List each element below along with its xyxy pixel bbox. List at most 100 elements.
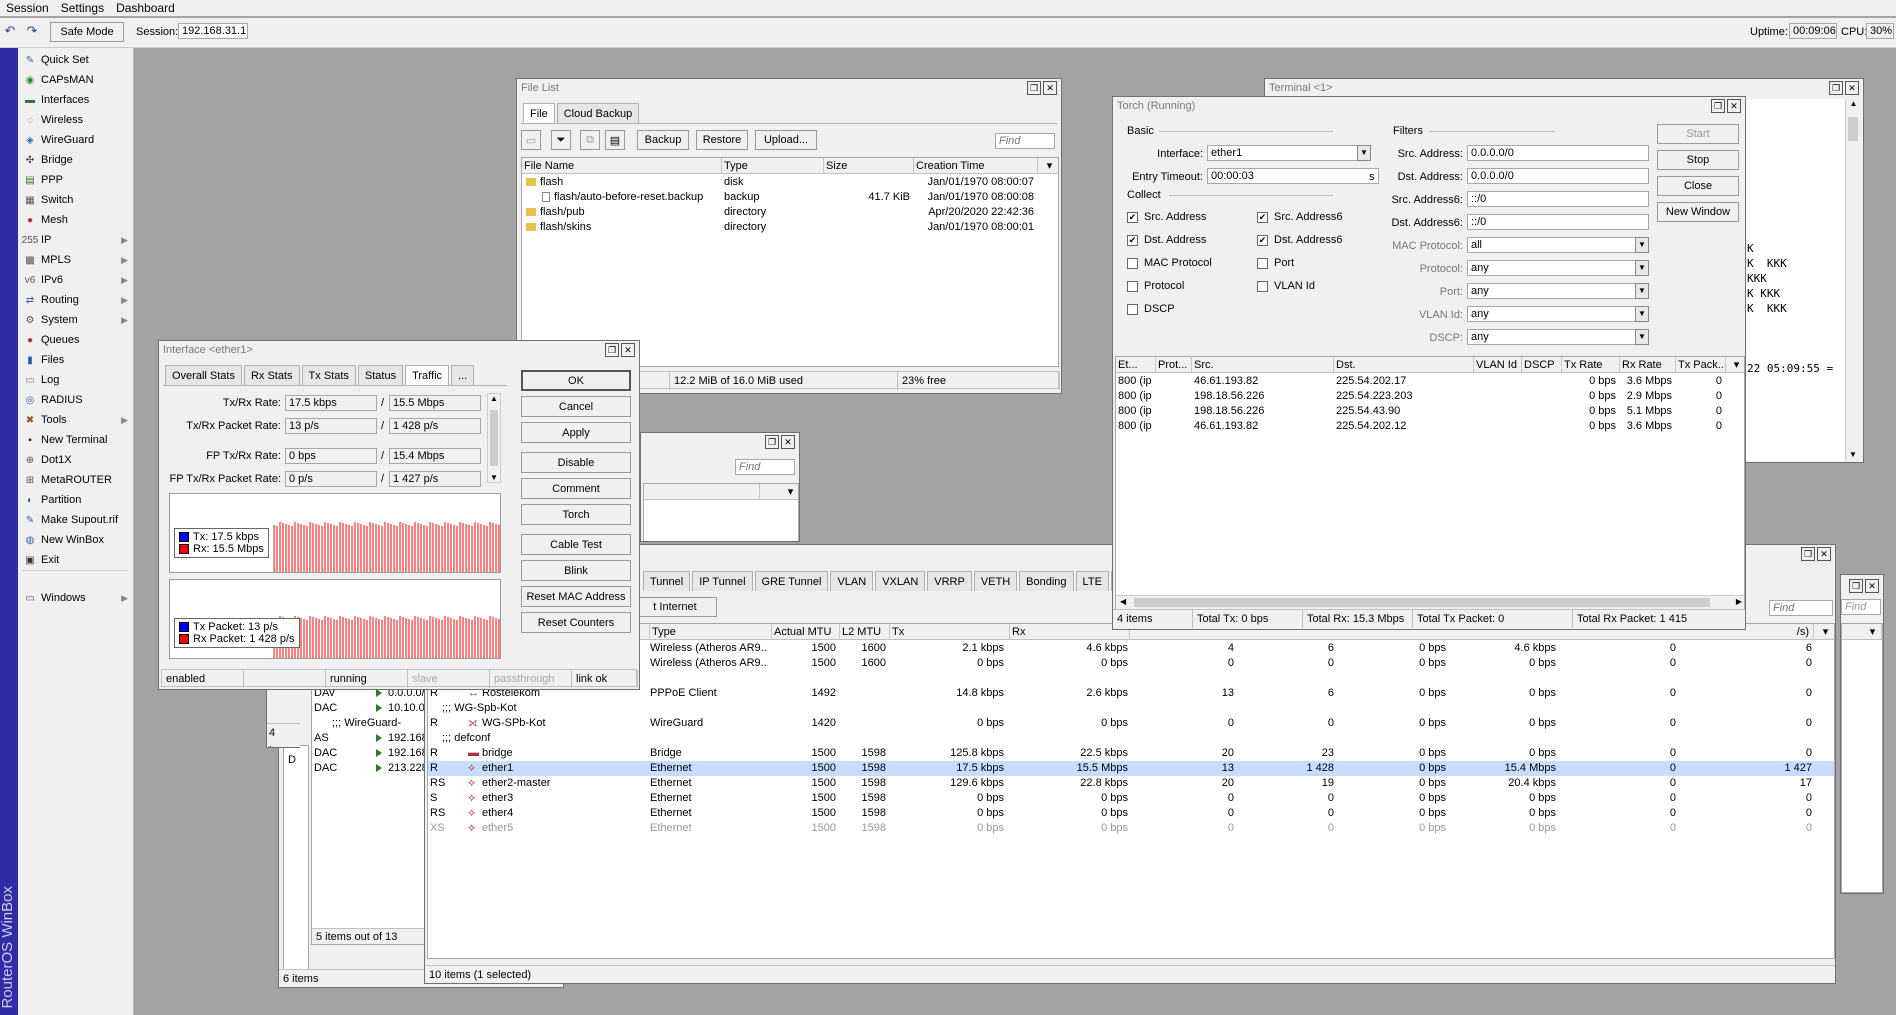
scroll-down-icon[interactable]: ▼: [488, 473, 500, 482]
col-type[interactable]: Type: [722, 158, 824, 174]
col-torch-6[interactable]: Tx Rate: [1562, 357, 1620, 373]
col-file-name[interactable]: File Name: [522, 158, 722, 174]
sidebar-item-system[interactable]: ⚙ System ▶: [18, 310, 134, 330]
checkbox-checked-icon[interactable]: ✔: [1257, 211, 1268, 223]
col-torch-7[interactable]: Rx Rate: [1620, 357, 1676, 373]
col-type[interactable]: Type: [650, 624, 772, 640]
interface-row[interactable]: Rbridge Bridge 1500 1598 125.8 kbps 22.5 kbps…: [428, 746, 1834, 761]
close-icon[interactable]: ✕: [621, 343, 635, 357]
paste-icon[interactable]: ▤: [605, 130, 625, 150]
sidebar-item-radius[interactable]: ◎ RADIUS: [18, 390, 134, 410]
torch-row[interactable]: 800 (ip) 46.61.193.82 225.54.202.12 0 bps 3.…: [1116, 419, 1744, 434]
columns-menu-icon[interactable]: ▾: [1814, 624, 1834, 640]
columns-menu-icon[interactable]: ▾: [1862, 624, 1882, 640]
checkbox-protocol[interactable]: Protocol: [1127, 280, 1184, 292]
tab-rx-stats[interactable]: Rx Stats: [243, 365, 300, 385]
reset-counters-button[interactable]: Reset Counters: [521, 612, 631, 633]
sidebar-item-files[interactable]: ▮ Files: [18, 350, 134, 370]
scroll-up-icon[interactable]: ▲: [488, 394, 500, 403]
sidebar-item-wireless[interactable]: ◌ Wireless: [18, 110, 134, 130]
blink-button[interactable]: Blink: [521, 560, 631, 581]
upload-button[interactable]: Upload...: [755, 130, 817, 150]
internet-button[interactable]: t Internet: [633, 597, 717, 617]
sidebar-item-switch[interactable]: ▦ Switch: [18, 190, 134, 210]
restore-button[interactable]: Restore: [696, 130, 748, 150]
tab-vxlan[interactable]: VXLAN: [875, 571, 926, 591]
close-icon[interactable]: ✕: [781, 435, 795, 449]
checkbox-unchecked-icon[interactable]: [1127, 303, 1138, 315]
window-title[interactable]: Torch (Running): [1113, 97, 1745, 115]
new-window-button[interactable]: New Window: [1657, 202, 1739, 222]
checkbox-vlan-id[interactable]: VLAN Id: [1257, 280, 1315, 292]
interface-row[interactable]: RS ether4 Ethernet 1500 1598 0 bps 0 bps 0 0 0 bp…: [428, 806, 1834, 821]
col-torch-5[interactable]: DSCP: [1522, 357, 1562, 373]
chevron-down-icon[interactable]: ▼: [1357, 145, 1371, 161]
scroll-thumb[interactable]: [490, 410, 498, 466]
safe-mode-button[interactable]: Safe Mode: [50, 22, 124, 42]
maximize-icon[interactable]: ❐: [1711, 99, 1725, 113]
scroll-down-icon[interactable]: ▼: [1846, 450, 1860, 459]
sidebar-item-routing[interactable]: ⇄ Routing ▶: [18, 290, 134, 310]
file-row[interactable]: flash/pub directory Apr/20/2020 22:42:36: [522, 205, 1058, 220]
tab-overall-stats[interactable]: Overall Stats: [165, 365, 242, 385]
filter-field[interactable]: all: [1467, 237, 1637, 253]
interface-select[interactable]: ether1: [1207, 145, 1369, 161]
maximize-icon[interactable]: ❐: [1849, 579, 1863, 593]
horizontal-scrollbar[interactable]: ◀ ▶: [1116, 595, 1744, 609]
checkbox-unchecked-icon[interactable]: [1127, 280, 1138, 292]
close-icon[interactable]: ✕: [1845, 81, 1859, 95]
window-title[interactable]: Terminal <1>: [1265, 79, 1863, 97]
checkbox-src-address6[interactable]: ✔ Src. Address6: [1257, 211, 1342, 223]
filter-field[interactable]: ::/0: [1467, 214, 1649, 230]
torch-row[interactable]: 800 (ip) 198.18.56.226 225.54.43.90 0 bps 5.…: [1116, 404, 1744, 419]
tab-status[interactable]: Status: [357, 365, 404, 385]
col-blank[interactable]: [680, 484, 760, 500]
chevron-down-icon[interactable]: ▼: [1635, 283, 1649, 299]
window-title[interactable]: Interface <ether1>: [159, 341, 639, 359]
close-icon[interactable]: ✕: [1817, 547, 1831, 561]
interface-row[interactable]: Sether3 Ethernet 1500 1598 0 bps 0 bps 0 0 0 bps…: [428, 791, 1834, 806]
maximize-icon[interactable]: ❐: [605, 343, 619, 357]
columns-menu-icon[interactable]: ▾: [1038, 158, 1058, 174]
sidebar-item-make-supout-rif[interactable]: ✎ Make Supout.rif: [18, 510, 134, 530]
checkbox-dst-address6[interactable]: ✔ Dst. Address6: [1257, 234, 1342, 246]
filter-field[interactable]: any: [1467, 329, 1637, 345]
interface-row[interactable]: XS ether5 Ethernet 1500 1598 0 bps 0 bps 0 0 0 bp…: [428, 821, 1834, 836]
stop-button[interactable]: Stop: [1657, 150, 1739, 170]
maximize-icon[interactable]: ❐: [1829, 81, 1843, 95]
find-input[interactable]: Find: [1841, 599, 1881, 615]
file-row[interactable]: flash disk Jan/01/1970 08:00:07: [522, 175, 1058, 190]
apply-button[interactable]: Apply: [521, 422, 631, 443]
sidebar-item-ip[interactable]: 255 IP ▶: [18, 230, 134, 250]
maximize-icon[interactable]: ❐: [765, 435, 779, 449]
checkbox-dscp[interactable]: DSCP: [1127, 303, 1175, 315]
copy-icon[interactable]: ⧉: [580, 130, 600, 150]
close-button[interactable]: Close: [1657, 176, 1739, 196]
col-torch-3[interactable]: Dst.: [1334, 357, 1474, 373]
torch-button[interactable]: Torch: [521, 504, 631, 525]
filter-field[interactable]: 0.0.0.0/0: [1467, 145, 1649, 161]
checkbox-unchecked-icon[interactable]: [1127, 257, 1138, 269]
scroll-up-icon[interactable]: ▲: [1846, 99, 1861, 108]
col-creation-time[interactable]: Creation Time: [914, 158, 1038, 174]
sidebar-item-queues[interactable]: ● Queues: [18, 330, 134, 350]
checkbox-port[interactable]: Port: [1257, 257, 1294, 269]
maximize-icon[interactable]: ❐: [1027, 81, 1041, 95]
timeout-field[interactable]: 00:00:03: [1207, 168, 1379, 184]
col-tx[interactable]: Tx: [890, 624, 1010, 640]
filter-field[interactable]: any: [1467, 283, 1637, 299]
checkbox-checked-icon[interactable]: ✔: [1127, 211, 1138, 223]
sidebar-item-new-winbox[interactable]: ◍ New WinBox: [18, 530, 134, 550]
window-title[interactable]: File List: [517, 79, 1061, 97]
filter-icon[interactable]: ⏷: [551, 130, 571, 150]
scroll-thumb[interactable]: [1848, 117, 1858, 141]
checkbox-checked-icon[interactable]: ✔: [1257, 234, 1268, 246]
tab-traffic[interactable]: Traffic: [405, 365, 450, 385]
chevron-down-icon[interactable]: ▼: [1635, 329, 1649, 345]
sidebar-item-bridge[interactable]: ✣ Bridge: [18, 150, 134, 170]
tab-file[interactable]: File: [523, 103, 555, 123]
tab-veth[interactable]: VETH: [973, 571, 1018, 591]
checkbox-unchecked-icon[interactable]: [1257, 280, 1268, 292]
find-input[interactable]: [995, 133, 1055, 149]
filter-field[interactable]: ::/0: [1467, 191, 1649, 207]
